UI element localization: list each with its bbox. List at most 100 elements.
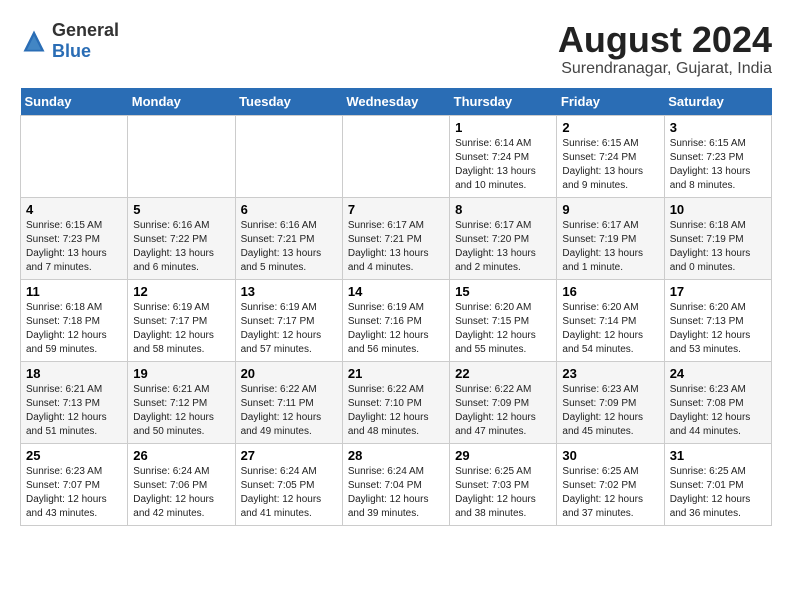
calendar-cell: 21 Sunrise: 6:22 AM Sunset: 7:10 PM Dayli… <box>342 361 449 443</box>
calendar-cell: 14 Sunrise: 6:19 AM Sunset: 7:16 PM Dayli… <box>342 279 449 361</box>
cell-info: Sunrise: 6:23 AM Sunset: 7:07 PM Dayligh… <box>26 465 122 521</box>
day-number: 30 <box>562 448 658 463</box>
day-number: 5 <box>133 202 229 217</box>
logo: General Blue <box>20 20 119 62</box>
calendar-cell: 18Sunrise: 6:21 AM Sunset: 7:13 PM Dayli… <box>21 361 128 443</box>
day-number: 29 <box>455 448 551 463</box>
day-number: 3 <box>670 120 766 135</box>
calendar-cell <box>21 115 128 197</box>
week-row-3: 11 Sunrise: 6:18 AM Sunset: 7:18 PM Dayli… <box>21 279 772 361</box>
cell-info: Sunrise: 6:15 AM Sunset: 7:23 PM Dayligh… <box>670 137 766 193</box>
day-header-tuesday: Tuesday <box>235 88 342 116</box>
cell-info: Sunrise: 6:20 AM Sunset: 7:14 PM Dayligh… <box>562 301 658 357</box>
day-header-sunday: Sunday <box>21 88 128 116</box>
cell-info: Sunrise: 6:25 AM Sunset: 7:03 PM Dayligh… <box>455 465 551 521</box>
logo-blue: Blue <box>52 41 91 61</box>
calendar-cell: 24Sunrise: 6:23 AM Sunset: 7:08 PM Dayli… <box>664 361 771 443</box>
header: General Blue August 2024 Surendranagar, … <box>20 20 772 78</box>
day-number: 20 <box>241 366 337 381</box>
calendar-cell: 15 Sunrise: 6:20 AM Sunset: 7:15 PM Dayli… <box>450 279 557 361</box>
calendar-cell: 2 Sunrise: 6:15 AM Sunset: 7:24 PM Daylig… <box>557 115 664 197</box>
day-number: 4 <box>26 202 122 217</box>
calendar-cell: 27Sunrise: 6:24 AM Sunset: 7:05 PM Dayli… <box>235 443 342 525</box>
calendar-cell: 4Sunrise: 6:15 AM Sunset: 7:23 PM Daylig… <box>21 197 128 279</box>
cell-info: Sunrise: 6:23 AM Sunset: 7:09 PM Dayligh… <box>562 383 658 439</box>
cell-info: Sunrise: 6:25 AM Sunset: 7:01 PM Dayligh… <box>670 465 766 521</box>
cell-info: Sunrise: 6:17 AM Sunset: 7:20 PM Dayligh… <box>455 219 551 275</box>
day-number: 17 <box>670 284 766 299</box>
calendar-cell: 1 Sunrise: 6:14 AM Sunset: 7:24 PM Daylig… <box>450 115 557 197</box>
day-number: 23 <box>562 366 658 381</box>
cell-info: Sunrise: 6:24 AM Sunset: 7:06 PM Dayligh… <box>133 465 229 521</box>
day-header-monday: Monday <box>128 88 235 116</box>
calendar-cell: 11 Sunrise: 6:18 AM Sunset: 7:18 PM Dayli… <box>21 279 128 361</box>
calendar-cell: 5 Sunrise: 6:16 AM Sunset: 7:22 PM Daylig… <box>128 197 235 279</box>
calendar-table: SundayMondayTuesdayWednesdayThursdayFrid… <box>20 88 772 526</box>
cell-info: Sunrise: 6:24 AM Sunset: 7:04 PM Dayligh… <box>348 465 444 521</box>
day-number: 31 <box>670 448 766 463</box>
calendar-cell: 9Sunrise: 6:17 AM Sunset: 7:19 PM Daylig… <box>557 197 664 279</box>
day-header-friday: Friday <box>557 88 664 116</box>
day-number: 12 <box>133 284 229 299</box>
calendar-cell: 20Sunrise: 6:22 AM Sunset: 7:11 PM Dayli… <box>235 361 342 443</box>
calendar-cell: 26 Sunrise: 6:24 AM Sunset: 7:06 PM Dayli… <box>128 443 235 525</box>
location: Surendranagar, Gujarat, India <box>558 60 772 78</box>
week-row-4: 18Sunrise: 6:21 AM Sunset: 7:13 PM Dayli… <box>21 361 772 443</box>
cell-info: Sunrise: 6:19 AM Sunset: 7:16 PM Dayligh… <box>348 301 444 357</box>
cell-info: Sunrise: 6:16 AM Sunset: 7:22 PM Dayligh… <box>133 219 229 275</box>
cell-info: Sunrise: 6:22 AM Sunset: 7:09 PM Dayligh… <box>455 383 551 439</box>
cell-info: Sunrise: 6:17 AM Sunset: 7:19 PM Dayligh… <box>562 219 658 275</box>
calendar-cell: 29 Sunrise: 6:25 AM Sunset: 7:03 PM Dayli… <box>450 443 557 525</box>
cell-info: Sunrise: 6:20 AM Sunset: 7:13 PM Dayligh… <box>670 301 766 357</box>
day-number: 26 <box>133 448 229 463</box>
month-year: August 2024 <box>558 20 772 60</box>
day-number: 7 <box>348 202 444 217</box>
cell-info: Sunrise: 6:21 AM Sunset: 7:12 PM Dayligh… <box>133 383 229 439</box>
day-number: 11 <box>26 284 122 299</box>
day-number: 6 <box>241 202 337 217</box>
calendar-cell: 6 Sunrise: 6:16 AM Sunset: 7:21 PM Daylig… <box>235 197 342 279</box>
cell-info: Sunrise: 6:19 AM Sunset: 7:17 PM Dayligh… <box>133 301 229 357</box>
day-number: 2 <box>562 120 658 135</box>
cell-info: Sunrise: 6:14 AM Sunset: 7:24 PM Dayligh… <box>455 137 551 193</box>
calendar-cell: 23 Sunrise: 6:23 AM Sunset: 7:09 PM Dayli… <box>557 361 664 443</box>
day-header-saturday: Saturday <box>664 88 771 116</box>
calendar-cell: 25 Sunrise: 6:23 AM Sunset: 7:07 PM Dayli… <box>21 443 128 525</box>
calendar-cell: 30 Sunrise: 6:25 AM Sunset: 7:02 PM Dayli… <box>557 443 664 525</box>
day-number: 21 <box>348 366 444 381</box>
calendar-cell: 31 Sunrise: 6:25 AM Sunset: 7:01 PM Dayli… <box>664 443 771 525</box>
week-row-1: 1 Sunrise: 6:14 AM Sunset: 7:24 PM Daylig… <box>21 115 772 197</box>
cell-info: Sunrise: 6:24 AM Sunset: 7:05 PM Dayligh… <box>241 465 337 521</box>
calendar-cell: 10 Sunrise: 6:18 AM Sunset: 7:19 PM Dayli… <box>664 197 771 279</box>
calendar-cell <box>342 115 449 197</box>
day-header-thursday: Thursday <box>450 88 557 116</box>
cell-info: Sunrise: 6:18 AM Sunset: 7:18 PM Dayligh… <box>26 301 122 357</box>
cell-info: Sunrise: 6:19 AM Sunset: 7:17 PM Dayligh… <box>241 301 337 357</box>
cell-info: Sunrise: 6:18 AM Sunset: 7:19 PM Dayligh… <box>670 219 766 275</box>
cell-info: Sunrise: 6:25 AM Sunset: 7:02 PM Dayligh… <box>562 465 658 521</box>
day-number: 10 <box>670 202 766 217</box>
cell-info: Sunrise: 6:16 AM Sunset: 7:21 PM Dayligh… <box>241 219 337 275</box>
day-number: 25 <box>26 448 122 463</box>
day-number: 16 <box>562 284 658 299</box>
calendar-cell: 8Sunrise: 6:17 AM Sunset: 7:20 PM Daylig… <box>450 197 557 279</box>
day-number: 18 <box>26 366 122 381</box>
week-row-2: 4Sunrise: 6:15 AM Sunset: 7:23 PM Daylig… <box>21 197 772 279</box>
day-number: 28 <box>348 448 444 463</box>
calendar-cell: 3 Sunrise: 6:15 AM Sunset: 7:23 PM Daylig… <box>664 115 771 197</box>
cell-info: Sunrise: 6:20 AM Sunset: 7:15 PM Dayligh… <box>455 301 551 357</box>
calendar-cell: 19Sunrise: 6:21 AM Sunset: 7:12 PM Dayli… <box>128 361 235 443</box>
cell-info: Sunrise: 6:15 AM Sunset: 7:24 PM Dayligh… <box>562 137 658 193</box>
day-number: 24 <box>670 366 766 381</box>
calendar-cell: 7Sunrise: 6:17 AM Sunset: 7:21 PM Daylig… <box>342 197 449 279</box>
day-number: 15 <box>455 284 551 299</box>
calendar-cell: 12 Sunrise: 6:19 AM Sunset: 7:17 PM Dayli… <box>128 279 235 361</box>
logo-icon <box>20 27 48 55</box>
calendar-cell: 17 Sunrise: 6:20 AM Sunset: 7:13 PM Dayli… <box>664 279 771 361</box>
logo-general: General <box>52 20 119 40</box>
cell-info: Sunrise: 6:22 AM Sunset: 7:10 PM Dayligh… <box>348 383 444 439</box>
day-header-wednesday: Wednesday <box>342 88 449 116</box>
calendar-cell: 13Sunrise: 6:19 AM Sunset: 7:17 PM Dayli… <box>235 279 342 361</box>
day-number: 14 <box>348 284 444 299</box>
day-number: 1 <box>455 120 551 135</box>
